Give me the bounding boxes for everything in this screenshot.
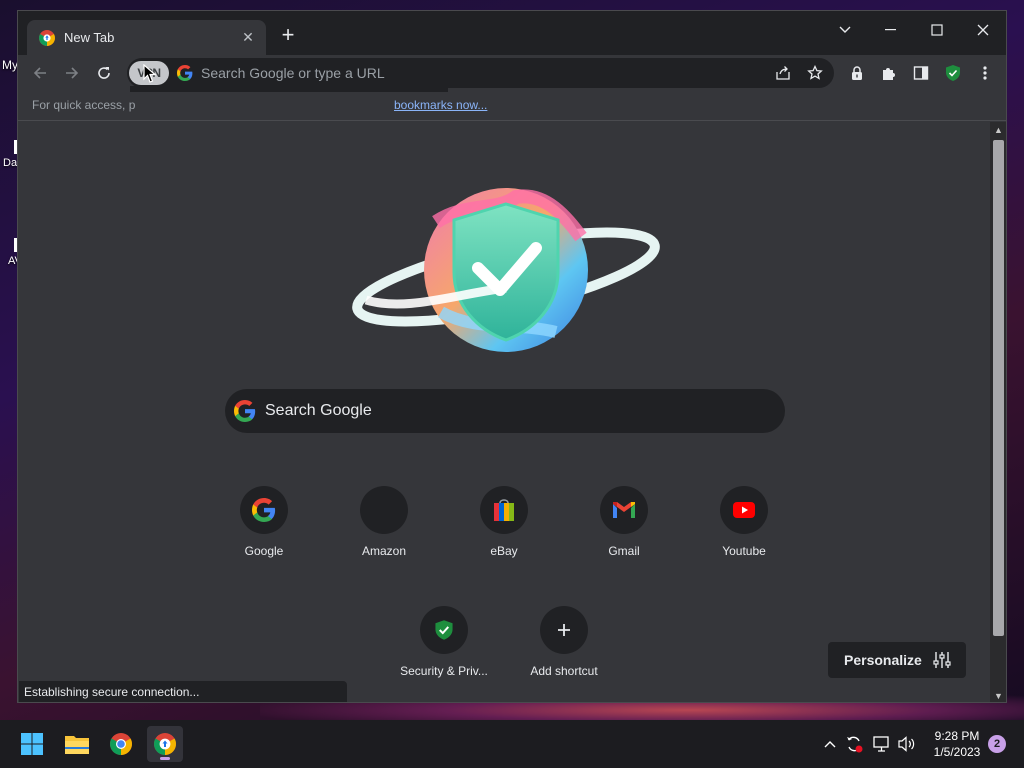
google-icon — [234, 400, 256, 422]
file-explorer-icon[interactable] — [59, 726, 95, 762]
shortcut-label: Youtube — [722, 544, 766, 558]
new-tab-page: Search Google Google Amazon eBay Gmail Y… — [18, 122, 990, 702]
tab-search-chevron-icon[interactable] — [830, 17, 860, 43]
close-window-icon[interactable] — [968, 17, 998, 43]
volume-icon[interactable] — [897, 734, 917, 754]
extensions-puzzle-icon[interactable] — [879, 63, 899, 83]
lock-extension-icon[interactable] — [847, 63, 867, 83]
shortcut-label: Amazon — [361, 544, 407, 558]
google-search-box[interactable]: Search Google — [225, 389, 785, 433]
reload-icon[interactable] — [92, 61, 116, 85]
tab-title: New Tab — [64, 30, 115, 45]
bookmark-star-icon[interactable] — [807, 65, 823, 81]
title-bar: New Tab ✕ + — [18, 11, 1006, 55]
chrome-icon[interactable] — [103, 726, 139, 762]
active-app-indicator — [160, 757, 170, 760]
bookmarks-bar: For quick access, p bookmarks now... — [18, 91, 1006, 121]
shortcut-label: eBay — [490, 544, 518, 558]
shortcut-add[interactable]: Add shortcut — [508, 606, 620, 686]
address-bar[interactable]: VPN — [127, 58, 834, 88]
shortcut-gmail[interactable]: Gmail — [568, 486, 680, 566]
gmail-icon — [600, 486, 648, 534]
page-scrollbar[interactable]: ▲ ▼ — [990, 122, 1006, 702]
personalize-label: Personalize — [844, 652, 922, 668]
tab-new-tab[interactable]: New Tab ✕ — [27, 20, 266, 55]
scroll-thumb[interactable] — [993, 140, 1004, 636]
shortcut-amazon[interactable]: Amazon — [328, 486, 440, 566]
shortcut-ebay[interactable]: eBay — [448, 486, 560, 566]
scroll-up-arrow-icon[interactable]: ▲ — [990, 122, 1006, 138]
bookmarks-hint-text: For quick access, p — [32, 98, 136, 112]
status-bubble: Establishing secure connection... — [19, 681, 347, 702]
clock[interactable]: 9:28 PM 1/5/2023 — [925, 728, 989, 760]
shortcut-google[interactable]: Google — [208, 486, 320, 566]
side-panel-icon[interactable] — [911, 63, 931, 83]
plus-icon — [540, 606, 588, 654]
taskbar: 9:28 PM 1/5/2023 2 — [0, 720, 1024, 768]
scroll-down-arrow-icon[interactable]: ▼ — [990, 688, 1006, 702]
forward-arrow-icon[interactable] — [60, 61, 84, 85]
shortcut-youtube[interactable]: Youtube — [688, 486, 800, 566]
notification-badge[interactable]: 2 — [988, 735, 1006, 753]
omnibox-suggestion-dropdown — [130, 86, 448, 92]
omnibox-input[interactable] — [201, 62, 721, 84]
browser-window: New Tab ✕ + VPN — [17, 10, 1007, 703]
network-icon[interactable] — [872, 734, 892, 754]
security-shield-extension-icon[interactable] — [943, 63, 963, 83]
shortcut-label: Gmail — [608, 544, 640, 558]
google-icon — [177, 65, 193, 81]
shortcut-label: Add shortcut — [530, 664, 598, 678]
personalize-button[interactable]: Personalize — [828, 642, 966, 678]
share-icon[interactable] — [775, 65, 791, 81]
start-windows-icon[interactable] — [14, 726, 50, 762]
tab-close-icon[interactable]: ✕ — [240, 29, 256, 46]
search-box-placeholder: Search Google — [265, 402, 372, 419]
ebay-icon — [480, 486, 528, 534]
import-bookmarks-link[interactable]: bookmarks now... — [394, 98, 487, 112]
amazon-icon — [360, 486, 408, 534]
browser-logo-icon — [39, 29, 55, 46]
sliders-icon — [933, 652, 951, 668]
clock-time: 9:28 PM — [934, 729, 980, 743]
shortcut-label: Security & Priv... — [400, 664, 488, 678]
youtube-icon — [720, 486, 768, 534]
desktop-icon-label-2[interactable]: Da — [3, 157, 17, 169]
security-shield-icon — [420, 606, 468, 654]
new-tab-button[interactable]: + — [276, 24, 300, 48]
shortcut-security-privacy[interactable]: Security & Priv... — [388, 606, 500, 686]
security-planet-illustration — [352, 188, 660, 352]
mouse-cursor-icon — [143, 64, 157, 83]
minimize-icon[interactable] — [876, 17, 906, 43]
secure-browser-icon[interactable] — [147, 726, 183, 762]
sync-alert-icon[interactable] — [844, 734, 864, 754]
menu-kebab-icon[interactable] — [975, 63, 995, 83]
google-icon — [240, 486, 288, 534]
show-hidden-icons-chevron-icon[interactable] — [820, 734, 840, 754]
shortcut-label: Google — [244, 544, 284, 558]
back-arrow-icon[interactable] — [28, 61, 52, 85]
clock-date: 1/5/2023 — [933, 745, 981, 759]
desktop-icon-label-1[interactable]: My — [2, 58, 18, 72]
maximize-icon[interactable] — [922, 17, 952, 43]
